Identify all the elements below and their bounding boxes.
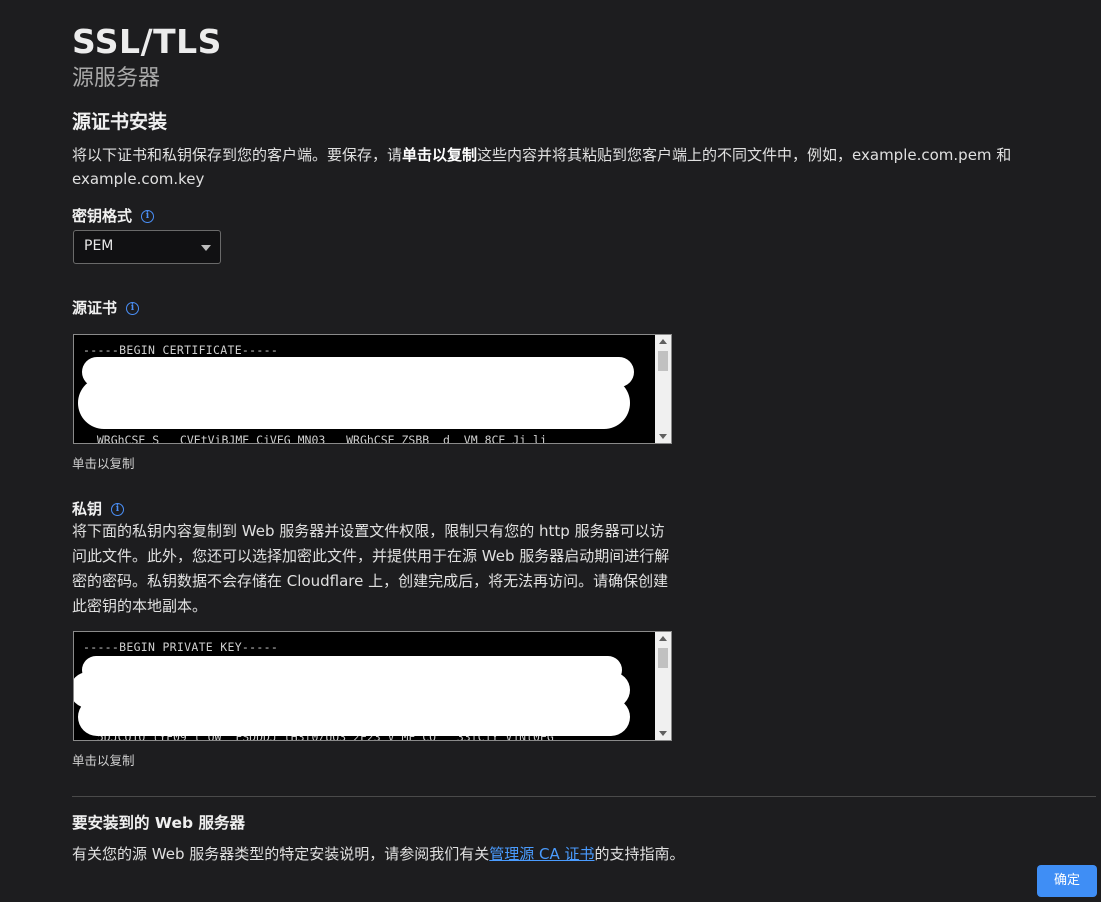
key-format-select[interactable]: PEM	[73, 230, 221, 264]
private-key-description: 将下面的私钥内容复制到 Web 服务器并设置文件权限，限制只有您的 http 服…	[72, 522, 670, 615]
scrollbar-thumb[interactable]	[658, 648, 668, 668]
origin-cert-partial-line: WRGhCSE S CVEtViBJME CjVEG MN03 WRGhCSE …	[83, 433, 547, 444]
page-title: SSL/TLS	[72, 22, 222, 61]
install-description: 有关您的源 Web 服务器类型的特定安装说明，请参阅我们有关管理源 CA 证书的…	[72, 845, 685, 863]
section-title: 源证书安装	[72, 111, 168, 133]
scroll-up-icon[interactable]	[659, 636, 667, 641]
click-to-copy-emphasis: 单击以复制	[402, 146, 478, 164]
divider	[72, 796, 1096, 797]
section-description: 将以下证书和私钥保存到您的客户端。要保存，请单击以复制这些内容并将其粘贴到您客户…	[72, 146, 1012, 188]
scroll-up-icon[interactable]	[659, 339, 667, 344]
copy-hint-key[interactable]: 单击以复制	[72, 752, 135, 770]
scrollbar[interactable]	[655, 632, 671, 740]
ok-button[interactable]: 确定	[1037, 865, 1097, 897]
scrollbar-thumb[interactable]	[658, 351, 668, 371]
install-title: 要安装到的 Web 服务器	[72, 814, 245, 832]
private-key-first-line: -----BEGIN PRIVATE KEY-----	[83, 640, 279, 654]
page-subtitle: 源服务器	[72, 66, 161, 91]
scrollbar[interactable]	[655, 335, 671, 443]
copy-hint-cert[interactable]: 单击以复制	[72, 455, 135, 473]
ssl-tls-origin-page: SSL/TLS 源服务器 源证书安装 将以下证书和私钥保存到您的客户端。要保存，…	[0, 0, 1101, 902]
redaction-mark	[78, 698, 630, 736]
scroll-down-icon[interactable]	[659, 434, 667, 439]
origin-cert-textarea[interactable]: -----BEGIN CERTIFICATE----- WRGhCSE S CV…	[73, 334, 672, 444]
origin-cert-label: 源证书 i	[72, 297, 140, 319]
redaction-mark	[78, 377, 630, 429]
chevron-down-icon	[201, 245, 211, 251]
info-icon[interactable]: i	[126, 301, 140, 315]
private-key-label: 私钥 i	[72, 498, 125, 520]
info-icon[interactable]: i	[141, 209, 155, 223]
key-format-selected-value: PEM	[84, 238, 114, 254]
private-key-textarea[interactable]: -----BEGIN PRIVATE KEY----- 5DJCQ1Q lYF0…	[73, 631, 672, 741]
scroll-down-icon[interactable]	[659, 731, 667, 736]
key-format-label: 密钥格式 i	[72, 205, 155, 227]
info-icon[interactable]: i	[111, 502, 125, 516]
origin-cert-first-line: -----BEGIN CERTIFICATE-----	[83, 343, 279, 357]
manage-origin-ca-link[interactable]: 管理源 CA 证书	[489, 845, 594, 863]
